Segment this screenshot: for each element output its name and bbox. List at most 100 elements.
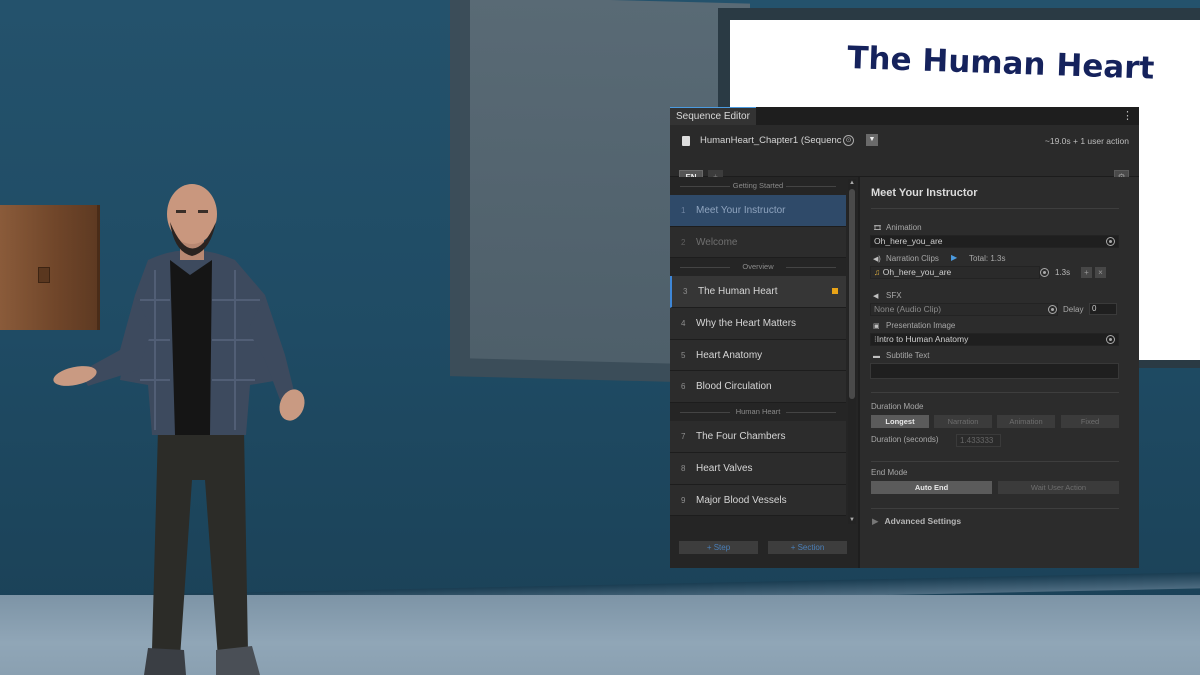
list-footer: + Step + Section	[679, 541, 849, 555]
advanced-settings-foldout[interactable]: ▶ Advanced Settings	[872, 516, 961, 527]
sequence-dropdown-button[interactable]: ▼	[866, 134, 878, 146]
step-label: Blood Circulation	[696, 381, 772, 393]
step-label: Heart Anatomy	[696, 349, 763, 361]
editor-toolbar: HumanHeart_Chapter1 (Sequenc ⊙ ▼ ~19.0s …	[670, 125, 1139, 184]
sfx-field[interactable]: None (Audio Clip)	[870, 303, 1058, 316]
panel-titlebar: Sequence Editor ⋮	[670, 107, 1139, 125]
object-picker-icon[interactable]	[1106, 237, 1115, 246]
narration-label: ◀) Narration Clips	[873, 254, 939, 263]
sequence-editor-panel: Sequence Editor ⋮ HumanHeart_Chapter1 (S…	[670, 107, 1139, 568]
narration-clip-value: Oh_here_you_are	[882, 267, 952, 277]
presentation-image-field[interactable]: ⁝Intro to Human Anatomy	[870, 333, 1119, 346]
list-item[interactable]: 2 Welcome	[670, 226, 846, 259]
sfx-label: ◀ SFX	[873, 291, 902, 300]
animation-field[interactable]: Oh_here_you_are	[870, 235, 1119, 248]
list-item[interactable]: 8 Heart Valves	[670, 452, 846, 485]
tab-sequence-editor[interactable]: Sequence Editor	[670, 107, 756, 125]
animation-value: Oh_here_you_are	[874, 236, 943, 246]
modified-marker	[832, 288, 838, 295]
remove-clip-button[interactable]: ×	[1095, 267, 1106, 278]
presentation-image-label-text: Presentation Image	[886, 321, 956, 330]
subtitle-label: ▬ Subtitle Text	[873, 351, 929, 360]
duration-seconds-input[interactable]: 1.433333	[956, 434, 1001, 447]
step-list-scrollbar[interactable]: ▲ ▼	[848, 179, 856, 524]
step-number: 2	[681, 237, 686, 247]
advanced-settings-label: Advanced Settings	[884, 516, 962, 526]
subtitle-text-input[interactable]	[870, 363, 1119, 379]
step-detail-title: Meet Your Instructor	[871, 187, 978, 199]
narration-clip-length: 1.3s	[1055, 268, 1071, 277]
object-picker-icon[interactable]	[1106, 335, 1115, 344]
duration-seconds-label: Duration (seconds)	[871, 435, 939, 444]
instructor-avatar	[53, 184, 305, 675]
scroll-down-icon[interactable]: ▼	[848, 516, 856, 524]
divider	[871, 508, 1119, 509]
sequence-duration-summary: ~19.0s + 1 user action	[1044, 136, 1129, 146]
divider	[871, 392, 1119, 393]
divider	[871, 208, 1119, 209]
step-detail-pane: Meet Your Instructor 🎞 Animation Oh_here_…	[858, 177, 1139, 568]
duration-mode-narration[interactable]: Narration	[934, 415, 992, 428]
add-step-button[interactable]: + Step	[679, 541, 758, 554]
step-list-pane: Getting Started 1 Meet Your Instructor 2…	[670, 177, 858, 568]
duration-mode-longest[interactable]: Longest	[871, 415, 929, 428]
list-item[interactable]: 3 The Human Heart	[670, 276, 846, 309]
sfx-label-text: SFX	[886, 291, 902, 300]
presentation-image-label: ▣ Presentation Image	[873, 321, 955, 330]
step-number: 1	[681, 206, 686, 215]
object-picker-icon[interactable]	[1048, 305, 1057, 314]
image-icon: ▣	[873, 323, 880, 330]
section-header: Overview	[670, 258, 846, 276]
end-mode-wait-user-action[interactable]: Wait User Action	[998, 481, 1119, 494]
panel-menu-icon[interactable]: ⋮	[1122, 109, 1133, 123]
sfx-value: None (Audio Clip)	[874, 304, 942, 314]
step-number: 6	[681, 382, 686, 392]
step-number: 7	[681, 432, 686, 442]
animation-icon: 🎞	[873, 225, 882, 232]
subtitle-label-text: Subtitle Text	[886, 351, 930, 360]
presentation-image-value: Intro to Human Anatomy	[876, 334, 969, 344]
step-label: The Four Chambers	[696, 431, 786, 443]
section-header: Human Heart	[670, 403, 846, 421]
add-section-button[interactable]: + Section	[768, 541, 847, 554]
speaker-icon: ◀)	[873, 256, 881, 263]
sequence-asset-icon	[682, 136, 690, 146]
narration-label-text: Narration Clips	[886, 254, 939, 263]
narration-total: Total: 1.3s	[969, 254, 1006, 263]
narration-clip-field[interactable]: ♫ Oh_here_you_are	[870, 266, 1040, 279]
sequence-object-field[interactable]: HumanHeart_Chapter1 (Sequenc	[697, 133, 857, 149]
speaker-icon: ◀	[873, 293, 879, 300]
duration-mode-label: Duration Mode	[871, 402, 924, 411]
chevron-right-icon: ▶	[872, 516, 879, 526]
step-number: 4	[681, 319, 686, 329]
step-label: Why the Heart Matters	[696, 318, 797, 330]
duration-mode-animation[interactable]: Animation	[997, 415, 1055, 428]
end-mode-label: End Mode	[871, 468, 908, 477]
end-mode-auto-end[interactable]: Auto End	[871, 481, 992, 494]
list-item[interactable]: 7 The Four Chambers	[670, 421, 846, 453]
animation-label: 🎞 Animation	[873, 223, 922, 232]
play-icon[interactable]: ▶	[951, 253, 957, 262]
step-list: Getting Started 1 Meet Your Instructor 2…	[670, 177, 846, 517]
delay-input[interactable]: 0	[1089, 303, 1117, 315]
list-item[interactable]: 6 Blood Circulation	[670, 371, 846, 404]
list-item[interactable]: 4 Why the Heart Matters	[670, 308, 846, 340]
step-number: 8	[681, 463, 686, 473]
scroll-up-icon[interactable]: ▲	[848, 179, 856, 187]
list-item[interactable]: 9 Major Blood Vessels	[670, 484, 846, 517]
divider	[871, 461, 1119, 462]
add-clip-button[interactable]: +	[1081, 267, 1092, 278]
step-label: Meet Your Instructor	[696, 205, 786, 216]
step-label: Major Blood Vessels	[696, 494, 787, 506]
step-label: Heart Valves	[696, 462, 753, 474]
step-label: The Human Heart	[698, 286, 778, 298]
duration-mode-fixed[interactable]: Fixed	[1061, 415, 1119, 428]
scrollbar-thumb[interactable]	[849, 189, 855, 399]
object-picker-icon[interactable]	[1040, 268, 1049, 277]
list-item[interactable]: 1 Meet Your Instructor	[670, 195, 846, 227]
animation-label-text: Animation	[886, 223, 922, 232]
delay-label: Delay	[1063, 305, 1084, 314]
step-label: Welcome	[696, 236, 738, 248]
list-item[interactable]: 5 Heart Anatomy	[670, 339, 846, 372]
object-picker-icon[interactable]: ⊙	[843, 135, 854, 146]
